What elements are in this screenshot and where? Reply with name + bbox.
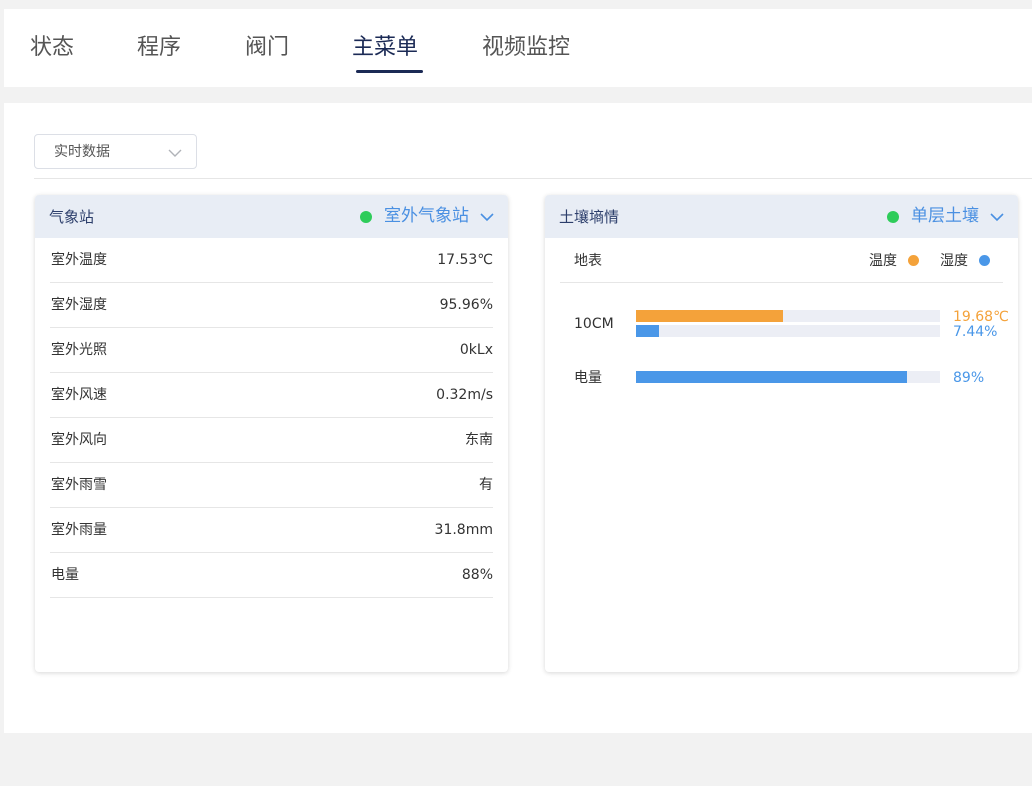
battery-bar-fill: [636, 371, 907, 383]
legend-humidity-label: 湿度: [940, 253, 968, 269]
humidity-bar-track: [636, 325, 940, 337]
weather-row-value: 0kLx: [459, 342, 493, 358]
weather-row: 室外温度 17.53℃: [50, 238, 493, 283]
chevron-down-icon[interactable]: [990, 211, 1004, 223]
weather-row-label: 室外温度: [51, 252, 107, 268]
weather-row-value: 有: [479, 477, 493, 493]
chevron-down-icon: [168, 149, 182, 157]
weather-row-value: 31.8mm: [434, 522, 493, 538]
humidity-value: 7.44%: [953, 324, 998, 340]
tab-video-monitor[interactable]: 视频监控: [482, 33, 570, 63]
tab-status[interactable]: 状态: [30, 33, 74, 63]
active-tab-indicator: [356, 70, 423, 73]
online-status-dot: [360, 211, 372, 223]
weather-row-label: 室外雨雪: [51, 477, 107, 493]
battery-value: 89%: [953, 370, 985, 386]
weather-row-label: 室外光照: [51, 342, 107, 358]
temperature-bar-track: [636, 310, 940, 322]
humidity-bar-fill: [636, 325, 659, 337]
divider: [34, 178, 1032, 179]
weather-row-value: 东南: [465, 432, 493, 448]
weather-row-label: 室外风向: [51, 432, 107, 448]
weather-row: 室外雨量 31.8mm: [50, 508, 493, 553]
weather-card-header: 气象站 室外气象站: [35, 195, 508, 238]
weather-row-label: 电量: [51, 567, 79, 583]
legend-temperature-label: 温度: [869, 253, 897, 269]
tab-valve[interactable]: 阀门: [245, 33, 289, 63]
temperature-bar-fill: [636, 310, 783, 322]
weather-row-value: 0.32m/s: [436, 387, 493, 403]
depth-label: 10CM: [574, 316, 614, 332]
weather-row-label: 室外风速: [51, 387, 107, 403]
battery-label: 电量: [574, 370, 602, 386]
tab-program[interactable]: 程序: [137, 33, 181, 63]
data-mode-select[interactable]: 实时数据: [34, 134, 197, 169]
weather-row: 室外风向 东南: [50, 418, 493, 463]
top-tab-bar: 状态 程序 阀门 主菜单 视频监控: [4, 9, 1032, 87]
data-mode-select-value: 实时数据: [54, 144, 110, 160]
chevron-down-icon[interactable]: [480, 211, 494, 223]
legend-temperature-dot: [908, 255, 919, 266]
weather-row-value: 17.53℃: [437, 252, 493, 268]
tab-main-menu[interactable]: 主菜单: [352, 33, 418, 63]
weather-row-value: 88%: [461, 567, 493, 583]
weather-row-label: 室外湿度: [51, 297, 107, 313]
weather-row: 室外雨雪 有: [50, 463, 493, 508]
weather-row: 室外风速 0.32m/s: [50, 373, 493, 418]
weather-row-value: 95.96%: [439, 297, 493, 313]
weather-station-select[interactable]: 室外气象站: [384, 205, 469, 227]
weather-row: 电量 88%: [50, 553, 493, 598]
soil-card-header: 土壤墒情 单层土壤: [545, 195, 1018, 238]
soil-card-title: 土壤墒情: [559, 208, 620, 226]
app-root: 状态 程序 阀门 主菜单 视频监控 实时数据 气象站 室外气象站 室外温度17: [0, 0, 1032, 786]
weather-card-title: 气象站: [49, 208, 95, 226]
main-panel: 实时数据 气象站 室外气象站 室外温度 17.53℃ 室外湿度 95.96% 室外光照 0…: [4, 103, 1032, 733]
weather-row: 室外湿度 95.96%: [50, 283, 493, 328]
weather-row-label: 室外雨量: [51, 522, 107, 538]
weather-station-card: 气象站 室外气象站 室外温度 17.53℃ 室外湿度 95.96% 室外光照 0kLx 室外…: [35, 195, 508, 672]
online-status-dot: [887, 211, 899, 223]
temperature-value: 19.68℃: [953, 309, 1009, 325]
battery-bar-track: [636, 371, 940, 383]
legend-humidity-dot: [979, 255, 990, 266]
soil-surface-row: 地表 温度 湿度: [560, 238, 1003, 283]
soil-layer-select[interactable]: 单层土壤: [911, 205, 979, 227]
weather-row: 室外光照 0kLx: [50, 328, 493, 373]
soil-moisture-card: 土壤墒情 单层土壤 地表 温度 湿度 10CM 19.68℃ 7.44% 电量 …: [545, 195, 1018, 672]
surface-label: 地表: [574, 253, 602, 269]
